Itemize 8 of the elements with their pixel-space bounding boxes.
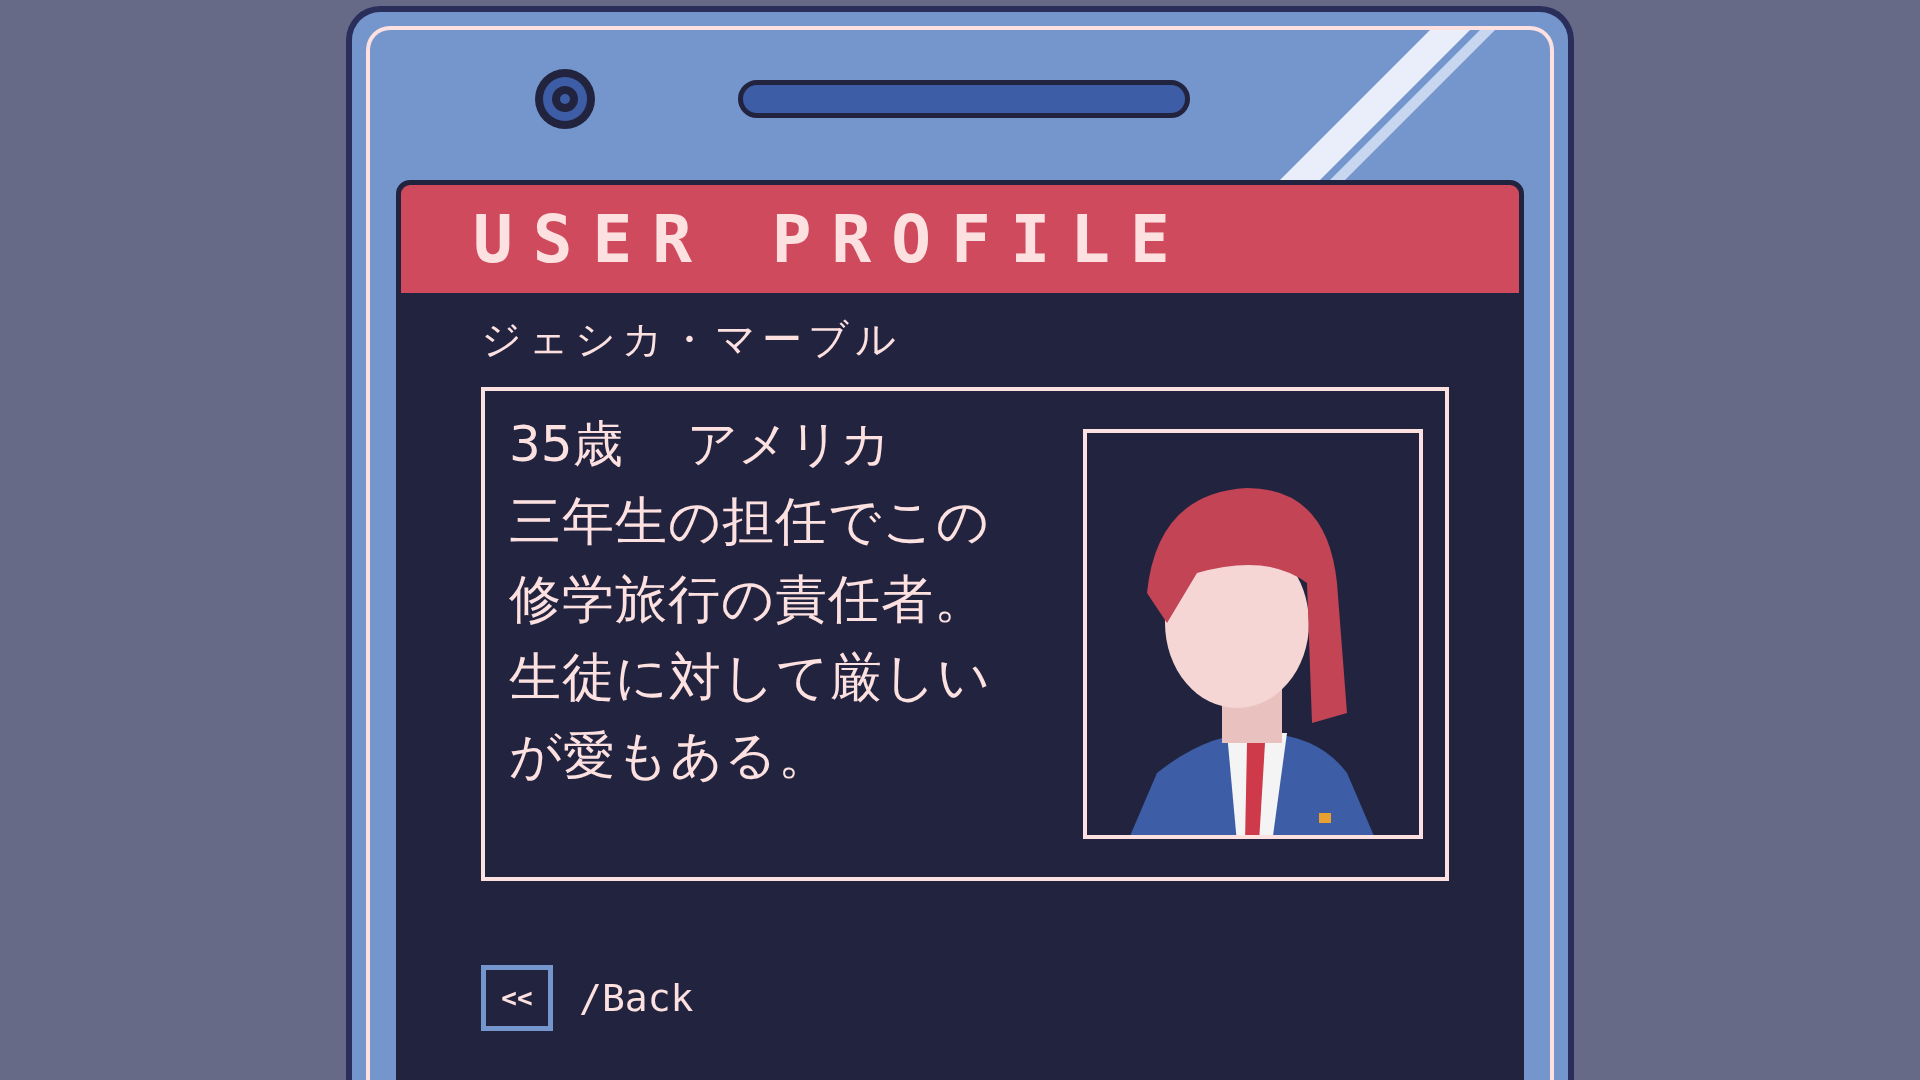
age-text: 35歳: [509, 414, 623, 475]
header-title: USER PROFILE: [473, 199, 1190, 280]
camera-icon: [532, 66, 598, 132]
profile-name: ジェシカ・マーブル: [481, 315, 903, 364]
back-button[interactable]: <<: [481, 965, 553, 1031]
back-label: /Back: [579, 974, 694, 1022]
country-text: アメリカ: [686, 414, 891, 475]
description-text: 三年生の担任でこの修学旅行の責任者。生徒に対して厳しいが愛もある。: [509, 490, 992, 787]
